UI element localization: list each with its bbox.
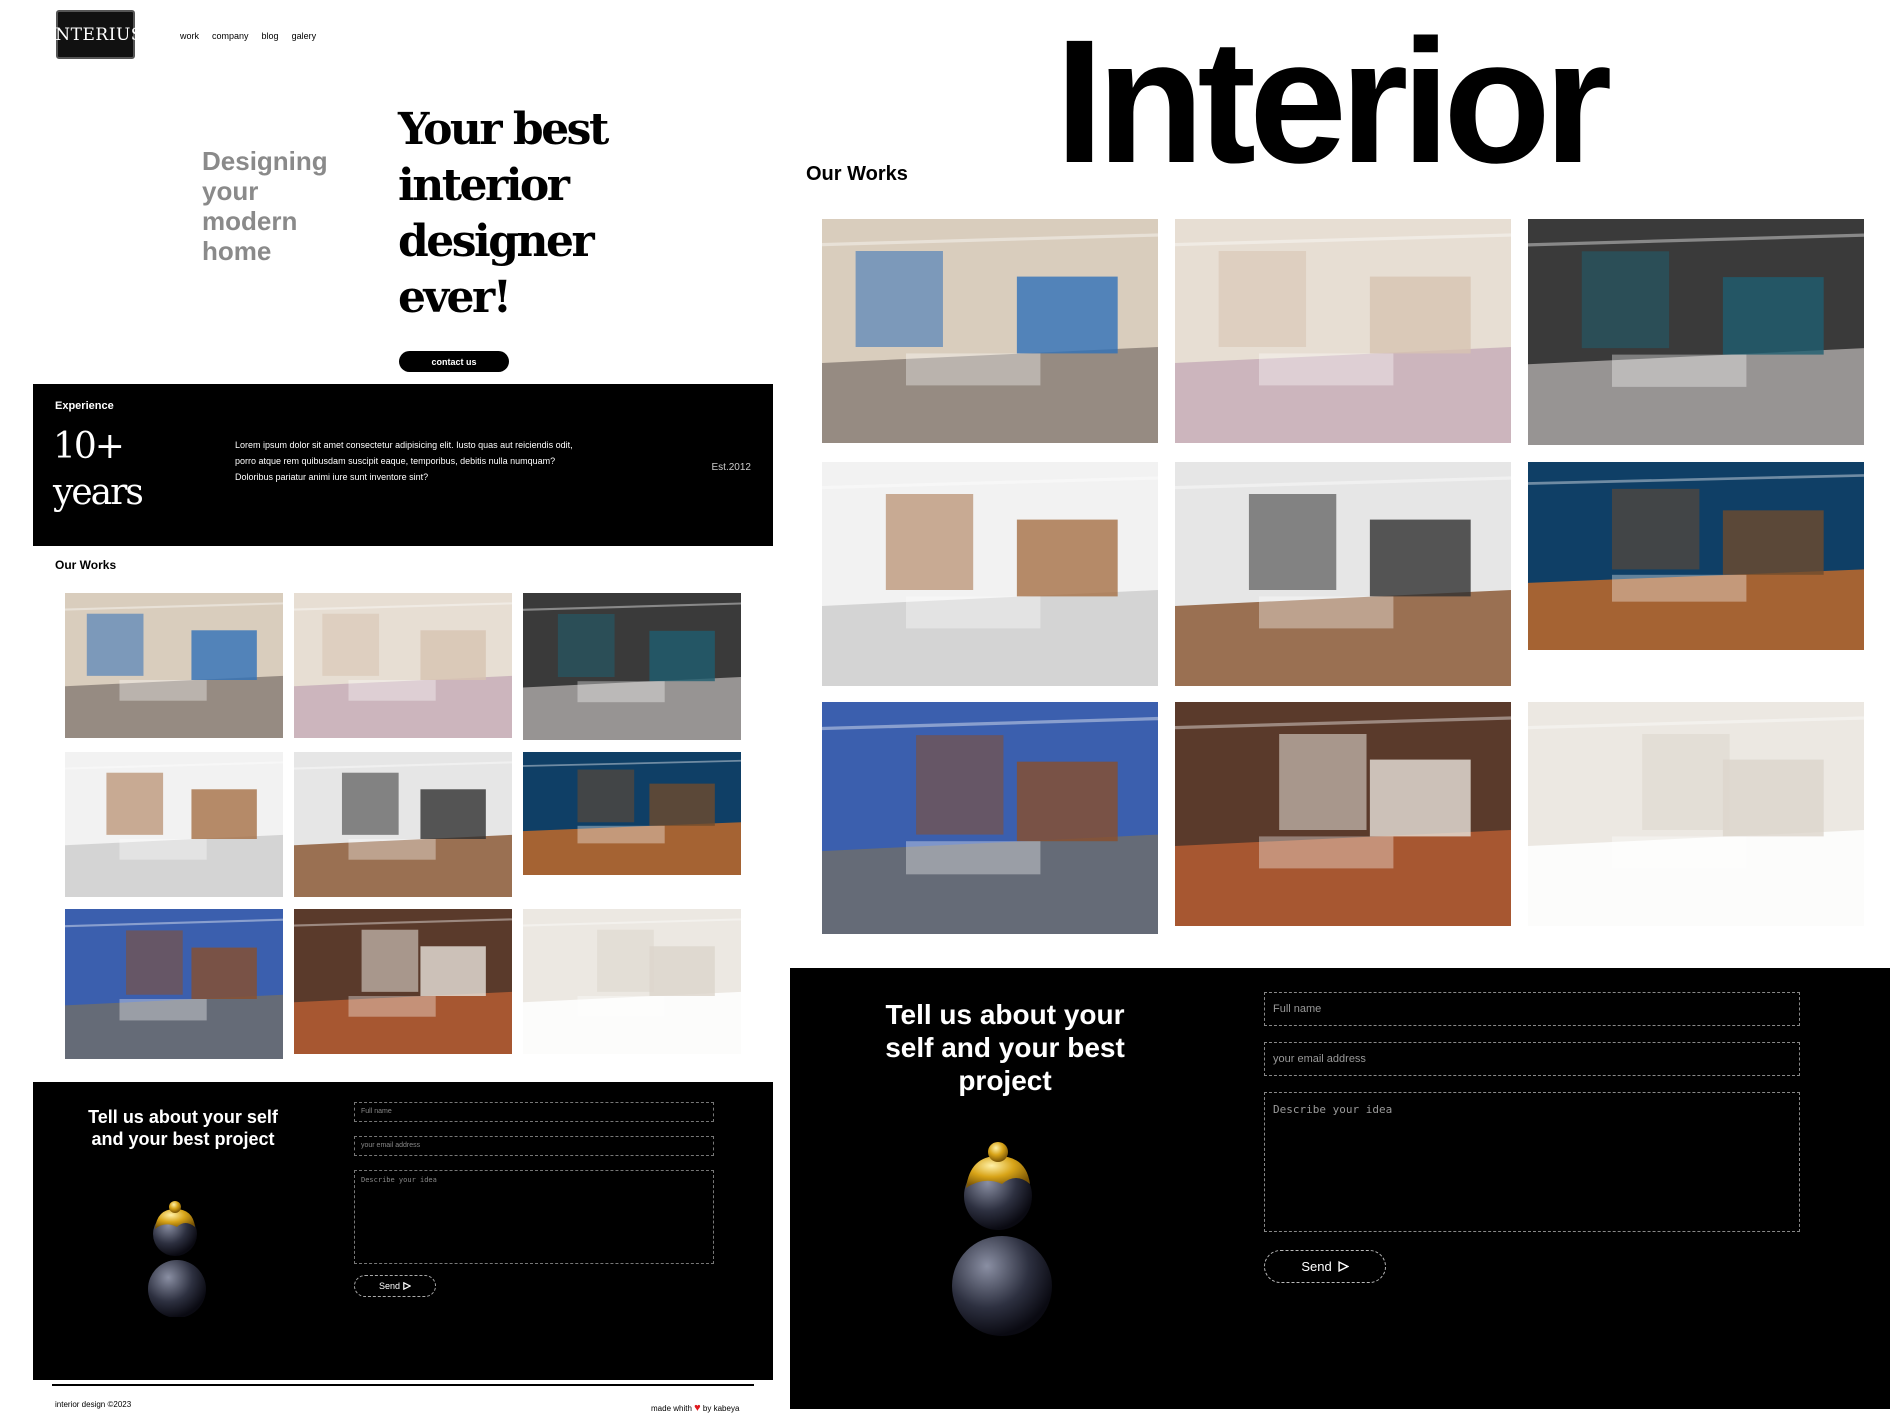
kitchen-photo[interactable] <box>822 462 1158 686</box>
full-name-input[interactable]: Full name <box>354 1102 714 1122</box>
footer-credit: made whith ♥ by kabeya <box>651 1402 739 1414</box>
send-arrow-icon <box>403 1282 412 1290</box>
dining-room-photo[interactable] <box>1175 219 1511 443</box>
main-nav: work company blog galery <box>180 31 316 41</box>
modern-kitchen-photo[interactable] <box>294 752 512 897</box>
bathroom-photo[interactable] <box>523 909 741 1054</box>
form-title: Tell us about your self and your best pr… <box>88 1107 278 1149</box>
modern-kitchen-photo[interactable] <box>1175 462 1511 686</box>
experience-years: 10+ years <box>53 426 144 513</box>
bathroom-photo[interactable] <box>1528 702 1864 926</box>
footer-divider <box>52 1384 754 1386</box>
contact-form-section: Tell us about your self and your best pr… <box>33 1082 773 1380</box>
library-room-photo[interactable] <box>1528 462 1864 650</box>
established-year: Est.2012 <box>711 462 751 473</box>
living-room-photo[interactable] <box>822 219 1158 443</box>
credit-prefix: made whith <box>651 1404 692 1413</box>
page-preview: INTERIUS work company blog galery Design… <box>0 0 780 1417</box>
home-office-photo[interactable] <box>65 909 283 1059</box>
heart-icon: ♥ <box>694 1402 701 1414</box>
credit-suffix: by kabeya <box>702 1404 740 1413</box>
experience-label: Experience <box>55 400 114 412</box>
home-office-photo[interactable] <box>822 702 1158 934</box>
email-input[interactable]: your email address <box>354 1136 714 1156</box>
experience-section: Experience 10+ years Lorem ipsum dolor s… <box>33 384 773 546</box>
library-room-photo[interactable] <box>523 752 741 875</box>
dining-room-photo[interactable] <box>294 593 512 738</box>
idea-textarea[interactable]: Describe your idea <box>354 1170 714 1264</box>
detail-preview: Interior Our Works Tell us about your se… <box>790 0 1890 1417</box>
hero-tagline: Designing your modern home <box>202 146 328 266</box>
lounge-photo[interactable] <box>523 593 741 740</box>
decorative-spheres-icon <box>952 1142 1052 1336</box>
nav-galery[interactable]: galery <box>292 31 317 41</box>
works-title: Our Works <box>55 558 117 572</box>
lounge-photo[interactable] <box>1528 219 1864 445</box>
send-button[interactable]: Send <box>1264 1250 1386 1283</box>
contact-us-button[interactable]: contact us <box>399 351 509 372</box>
footer-copyright: interior design ©2023 <box>55 1400 132 1409</box>
contact-form-section-large: Tell us about your self and your best pr… <box>790 968 1890 1409</box>
decorative-spheres-icon <box>148 1201 206 1317</box>
restaurant-photo[interactable] <box>294 909 512 1054</box>
works-title-large: Our Works <box>806 163 908 185</box>
email-input[interactable]: your email address <box>1264 1042 1800 1076</box>
living-room-photo[interactable] <box>65 593 283 738</box>
nav-blog[interactable]: blog <box>262 31 279 41</box>
big-heading: Interior <box>1055 4 1612 200</box>
full-name-input[interactable]: Full name <box>1264 992 1800 1026</box>
hero-title: Your best interior designer ever! <box>398 104 609 323</box>
idea-textarea[interactable]: Describe your idea <box>1264 1092 1800 1232</box>
nav-company[interactable]: company <box>212 31 249 41</box>
form-title-large: Tell us about your self and your best pr… <box>885 999 1125 1096</box>
restaurant-photo[interactable] <box>1175 702 1511 926</box>
logo[interactable]: INTERIUS <box>48 10 142 59</box>
send-label: Send <box>1301 1259 1332 1274</box>
send-arrow-icon <box>1338 1261 1349 1272</box>
nav-work[interactable]: work <box>180 31 199 41</box>
send-label: Send <box>378 1281 401 1291</box>
kitchen-photo[interactable] <box>65 752 283 897</box>
send-button[interactable]: Send <box>354 1275 436 1297</box>
experience-text: Lorem ipsum dolor sit amet consectetur a… <box>235 440 573 482</box>
